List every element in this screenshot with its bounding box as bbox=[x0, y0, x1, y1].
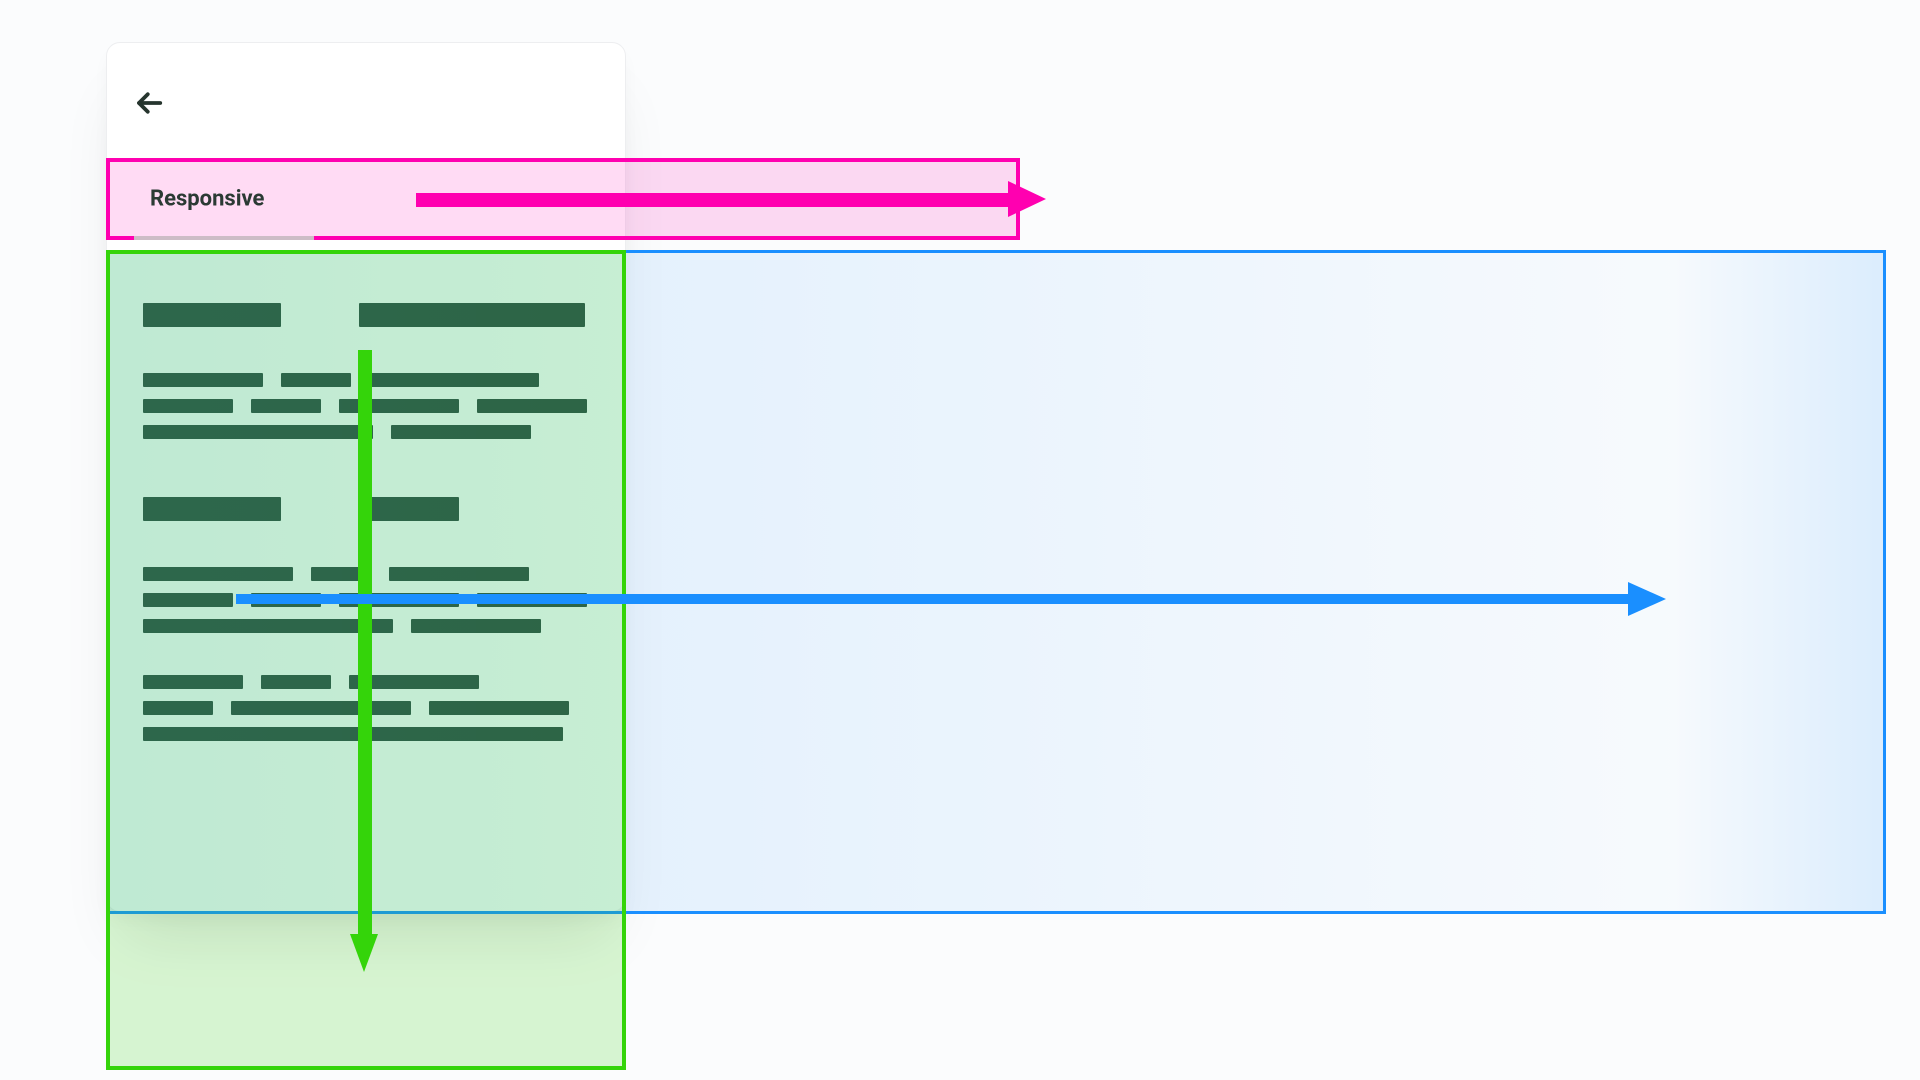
annotation-box-tabs: Responsive bbox=[106, 158, 1020, 240]
tab-responsive[interactable]: Responsive bbox=[150, 187, 264, 212]
back-button[interactable] bbox=[131, 85, 167, 121]
arrow-right-icon bbox=[236, 582, 1666, 616]
arrow-left-icon bbox=[134, 88, 164, 118]
tab-active-indicator bbox=[134, 236, 314, 240]
arrow-right-icon bbox=[416, 181, 1046, 217]
arrow-down-icon bbox=[350, 350, 378, 972]
